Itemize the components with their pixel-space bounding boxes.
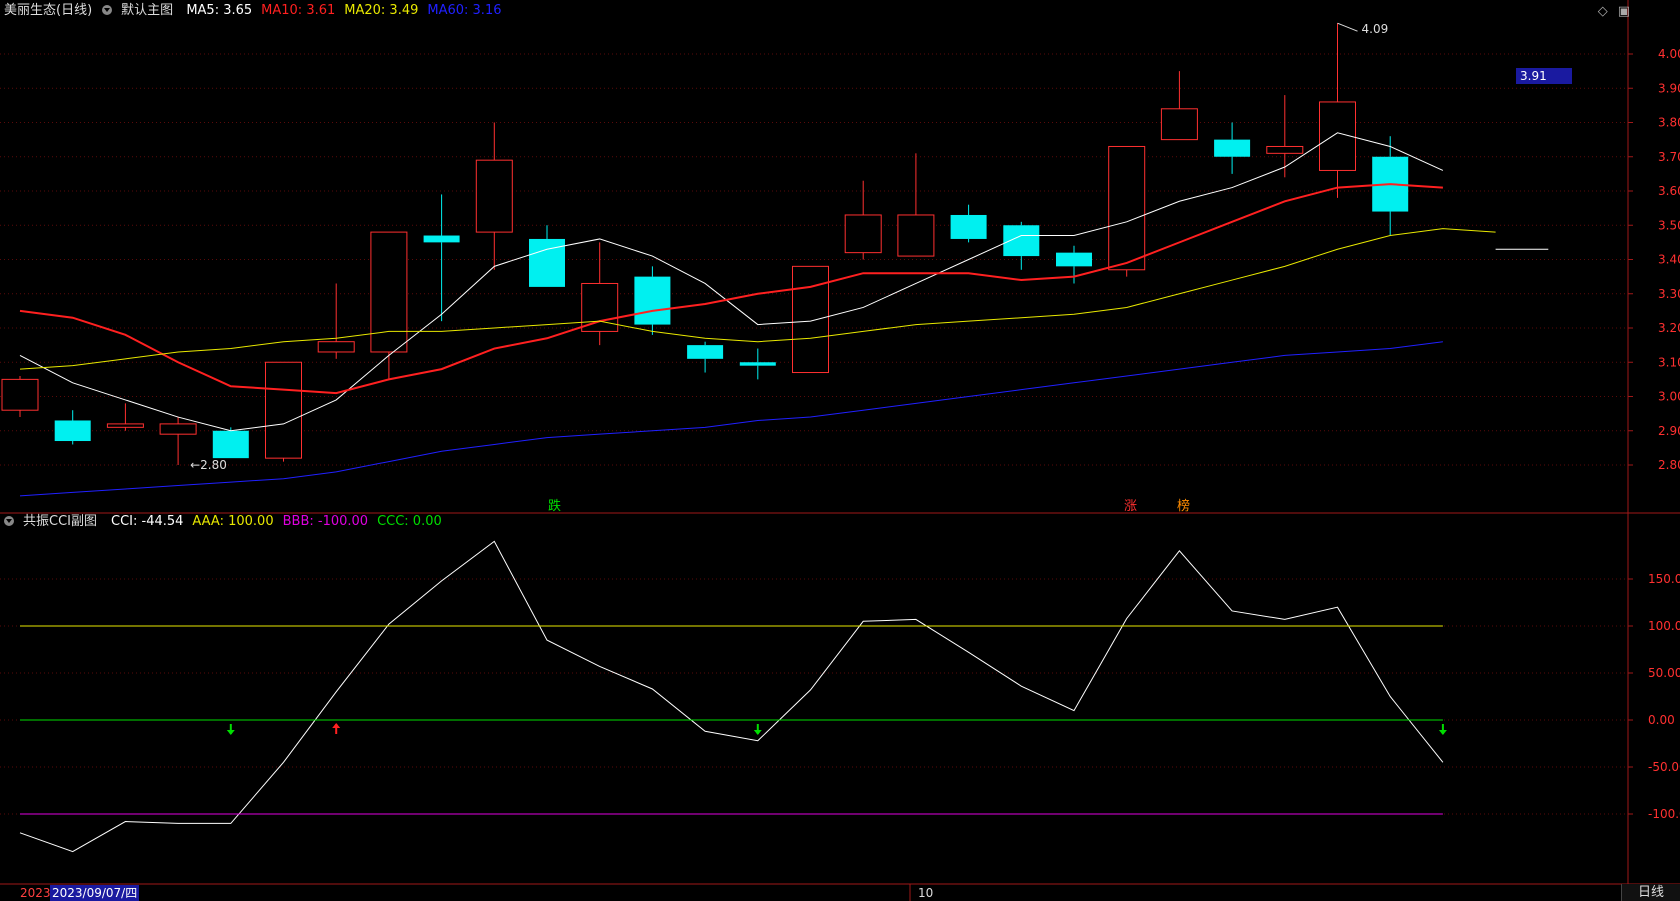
candle-body <box>475 159 513 233</box>
year-label: 2023 <box>20 886 51 900</box>
candle-body <box>950 214 987 239</box>
cci-tick-label: 50.00 <box>1648 666 1680 680</box>
marker-label: 涨 <box>1124 499 1137 514</box>
price-tick-label: 4.00 <box>1658 47 1680 61</box>
ma10-label: MA10: 3.61 <box>261 3 336 18</box>
up-arrow-icon <box>332 723 341 734</box>
price-tick-label: 3.10 <box>1658 355 1680 369</box>
price-tick-label: 3.20 <box>1658 321 1680 335</box>
down-arrow-icon <box>226 724 235 735</box>
marker-label: 榜 <box>1177 498 1190 514</box>
candle-body <box>1056 252 1092 267</box>
current-price-tag: 3.91 <box>1516 68 1572 84</box>
time-axis: 2023 2023/09/07/四 10 <box>0 885 1680 901</box>
cci-tick-label: 150.00 <box>1648 572 1680 586</box>
candle-body <box>844 214 882 254</box>
price-tick-label: 3.00 <box>1658 390 1680 404</box>
bbb-label: BBB: -100.00 <box>282 514 369 529</box>
candle-body <box>897 214 935 257</box>
candle-body <box>529 238 565 287</box>
candle-body <box>54 420 91 442</box>
candle-body <box>159 423 197 435</box>
month-label: 10 <box>918 886 934 900</box>
candle-body <box>739 362 776 366</box>
chart-canvas[interactable]: 4.00 3.90 3.80 3.70 3.60 3.50 3.40 3.30 3.20 3.10… <box>0 0 1680 901</box>
dropdown-icon[interactable] <box>4 516 14 526</box>
candle-body <box>212 430 249 459</box>
restore-icon[interactable]: ▣ <box>1618 4 1630 19</box>
price-tick-label: 3.80 <box>1658 116 1680 130</box>
main-legend: 美丽生态(日线) 默认主图 MA5: 3.65 MA10: 3.61 MA20: 3.… <box>4 2 510 20</box>
aaa-label: AAA: 100.00 <box>192 514 274 529</box>
low-label: ←2.80 <box>190 458 227 472</box>
top-right-icons: ◇ ▣ <box>1588 4 1630 19</box>
candle-body <box>634 276 671 325</box>
price-tick-label: 3.70 <box>1658 150 1680 164</box>
marker-label: 跌 <box>548 498 561 514</box>
candle-body <box>423 235 460 243</box>
candle-body <box>792 265 829 374</box>
down-arrow-icon <box>1438 724 1447 735</box>
sub-legend: 共振CCI副图 CCI: -44.54 AAA: 100.00 BBB: -100.0… <box>4 513 451 531</box>
sub-title[interactable]: 共振CCI副图 <box>23 514 97 529</box>
price-tick-label: 3.60 <box>1658 184 1680 198</box>
price-tick-label: 3.30 <box>1658 287 1680 301</box>
price-tick-label: 2.90 <box>1658 424 1680 438</box>
cursor-date: 2023/09/07/四 <box>50 885 140 901</box>
chart-name[interactable]: 默认主图 <box>121 3 173 18</box>
cci-tick-label: 0.00 <box>1648 713 1675 727</box>
price-tick-label: 3.40 <box>1658 253 1680 267</box>
arrow-head <box>753 730 762 735</box>
price-tick-label: 3.90 <box>1658 81 1680 95</box>
cci-label: CCI: -44.54 <box>111 514 184 529</box>
ma-line-ma20 <box>19 228 1496 370</box>
arrow-head <box>1438 730 1447 735</box>
candle-body <box>1003 225 1040 257</box>
diamond-icon[interactable]: ◇ <box>1598 4 1608 19</box>
candle-body <box>1108 145 1146 271</box>
arrow-head <box>226 730 235 735</box>
candle-body <box>1214 139 1251 157</box>
down-arrow-icon <box>753 724 762 735</box>
ccc-label: CCC: 0.00 <box>377 514 442 529</box>
candle-body <box>317 341 355 353</box>
candle-body <box>1 378 39 411</box>
cci-tick-label: -100.00 <box>1648 807 1680 821</box>
ma-line-ma60 <box>19 341 1443 497</box>
arrow-head <box>332 723 341 728</box>
candle-body <box>106 423 144 428</box>
dropdown-icon[interactable] <box>102 5 113 15</box>
cci-tick-label: -50.00 <box>1648 760 1680 774</box>
period-button[interactable]: 日线 <box>1621 884 1680 901</box>
candle-body <box>1266 145 1304 154</box>
high-pointer <box>1337 22 1358 32</box>
candle-body <box>265 361 302 459</box>
high-label: 4.09 <box>1362 22 1389 36</box>
cci-line <box>19 540 1444 853</box>
ma5-label: MA5: 3.65 <box>186 3 253 18</box>
ma60-label: MA60: 3.16 <box>427 3 502 18</box>
stock-title[interactable]: 美丽生态(日线) <box>4 3 92 18</box>
price-tick-label: 3.50 <box>1658 218 1680 232</box>
candle-body <box>1160 108 1198 141</box>
candle-body <box>370 231 408 353</box>
candle-body <box>687 345 724 359</box>
ma20-label: MA20: 3.49 <box>344 3 419 18</box>
price-tick-label: 2.80 <box>1658 458 1680 472</box>
ma-line-ma10 <box>19 183 1443 395</box>
cci-tick-label: 100.00 <box>1648 619 1680 633</box>
